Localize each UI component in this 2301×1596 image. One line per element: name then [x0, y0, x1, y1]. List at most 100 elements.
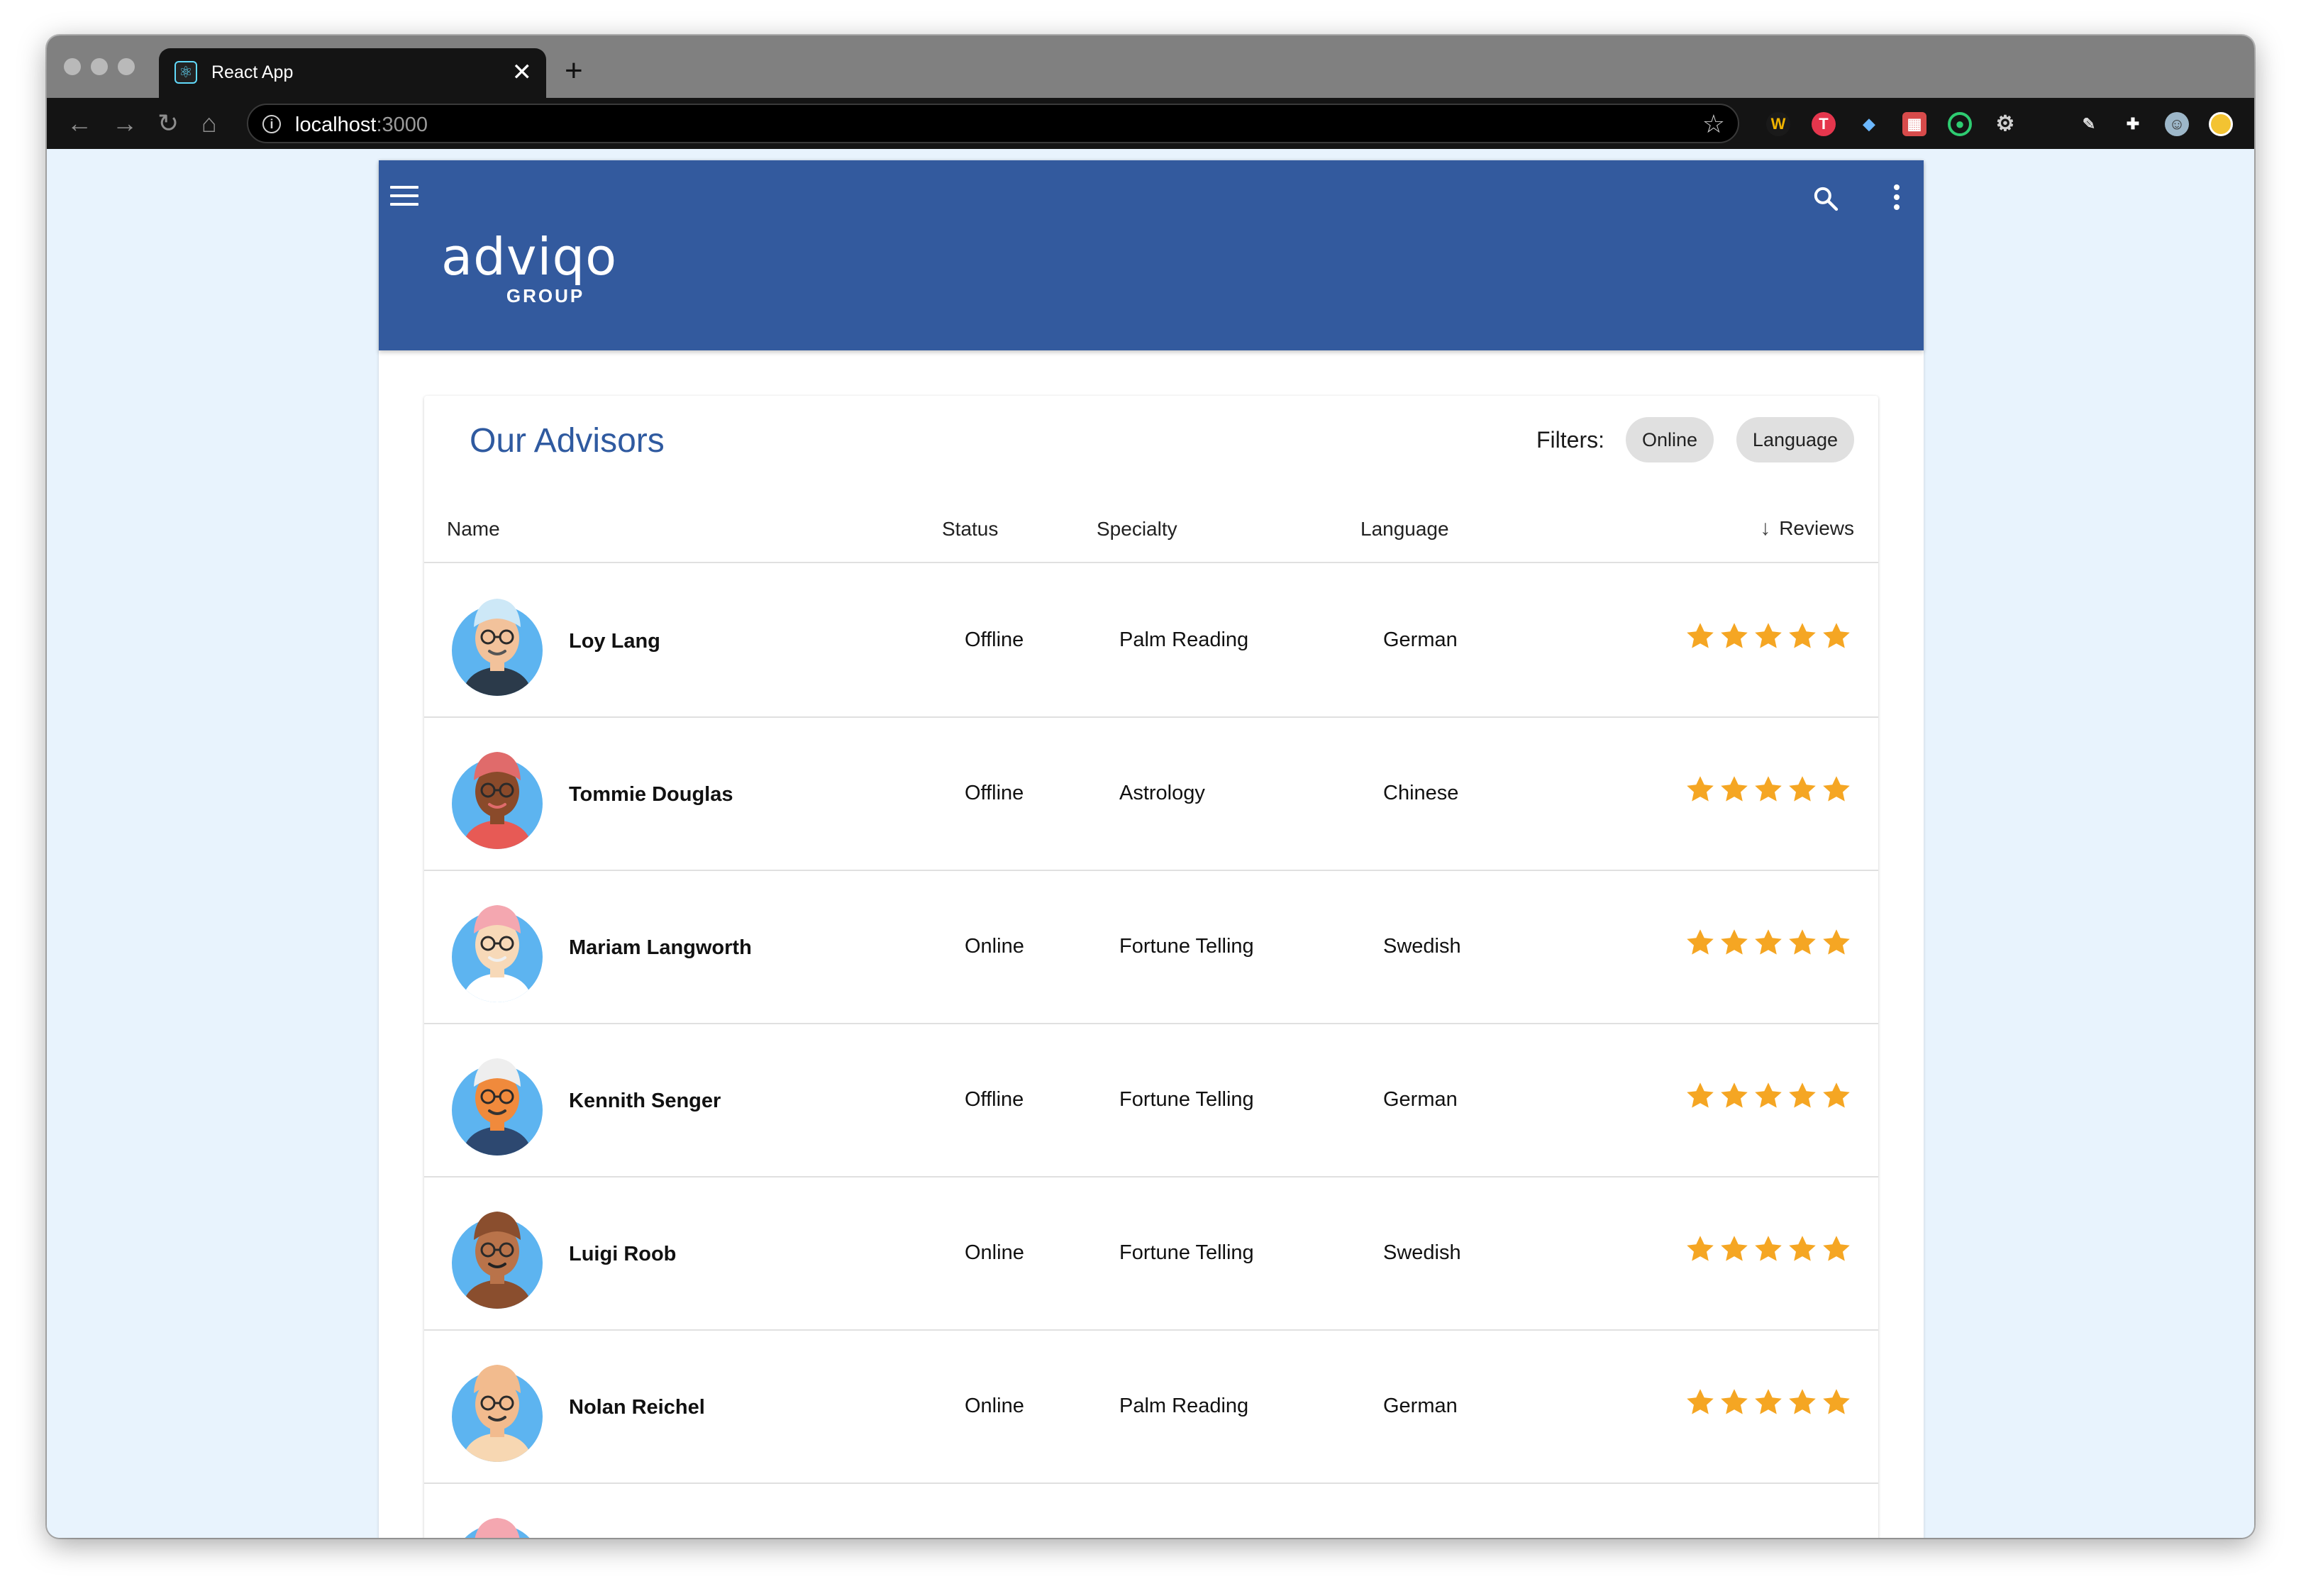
menu-icon[interactable]	[390, 186, 418, 207]
language-cell: German	[1383, 1395, 1458, 1417]
app-container: adviqo GROUP Our Advisors Filters: Onlin…	[379, 160, 1924, 1538]
language-cell: Swedish	[1383, 935, 1461, 958]
star-icon	[1823, 1082, 1850, 1108]
star-icon	[1755, 1389, 1782, 1414]
status-cell: Online	[965, 1241, 1024, 1264]
new-tab-button[interactable]: +	[565, 55, 583, 87]
table-row[interactable]: Kennith Senger Offline Fortune Telling Germ…	[424, 1024, 1878, 1177]
close-window-button[interactable]	[64, 58, 81, 75]
advisor-name: Mariam Langworth	[569, 936, 752, 959]
status-cell: Offline	[965, 782, 1024, 804]
star-icon	[1721, 929, 1748, 955]
zoom-window-button[interactable]	[118, 58, 135, 75]
table-row[interactable]	[424, 1484, 1878, 1538]
more-vert-icon[interactable]	[1892, 184, 1901, 213]
table-row[interactable]: Tommie Douglas Offline Astrology Chinese	[424, 718, 1878, 871]
browser-window: ⚛ React App ✕ + ← → ↻ ⌂ i localhost:3000…	[47, 35, 2254, 1538]
sort-arrow-down-icon: ↓	[1760, 516, 1771, 540]
table-row[interactable]: Mariam Langworth Online Fortune Telling Swe…	[424, 871, 1878, 1024]
column-header-reviews-label: Reviews	[1779, 517, 1854, 539]
star-icon	[1823, 776, 1850, 802]
filter-chip-language[interactable]: Language	[1736, 417, 1854, 462]
table-row[interactable]: Loy Lang Offline Palm Reading German	[424, 565, 1878, 718]
avatar	[452, 1058, 543, 1156]
react-icon: ⚛	[174, 61, 197, 84]
forward-icon[interactable]: →	[112, 108, 138, 139]
extensions-puzzle-icon[interactable]: ✚	[2121, 112, 2145, 136]
star-icon	[1721, 1389, 1748, 1414]
column-header-name[interactable]: Name	[447, 518, 500, 541]
rating-stars	[1684, 926, 1853, 959]
status-cell: Online	[965, 1395, 1024, 1417]
avatar	[452, 1212, 543, 1309]
browser-tab[interactable]: ⚛ React App ✕	[159, 48, 546, 98]
avatar	[452, 1365, 543, 1462]
extension-pen-icon[interactable]: ✎	[2077, 112, 2101, 136]
advisor-name: Tommie Douglas	[569, 783, 733, 806]
app-bar: adviqo GROUP	[379, 160, 1924, 350]
advisor-name: Luigi Roob	[569, 1243, 677, 1265]
filters-label: Filters:	[1536, 427, 1604, 453]
extension-diamond-icon[interactable]: ◆	[1857, 112, 1881, 136]
logo-wordmark: adviqo	[441, 227, 618, 287]
star-icon	[1823, 1389, 1850, 1414]
advisor-name: Kennith Senger	[569, 1090, 721, 1112]
extension-green-ring-icon[interactable]: ●	[1948, 112, 1972, 136]
column-header-specialty[interactable]: Specialty	[1097, 518, 1177, 541]
status-cell: Offline	[965, 628, 1024, 651]
language-cell: German	[1383, 1088, 1458, 1111]
info-icon[interactable]: i	[262, 115, 281, 133]
reload-icon[interactable]: ↻	[157, 108, 179, 139]
rating-stars	[1684, 773, 1853, 806]
star-icon	[1721, 623, 1748, 648]
specialty-cell: Astrology	[1119, 782, 1205, 804]
star-icon	[1823, 929, 1850, 955]
column-header-reviews[interactable]: ↓ Reviews	[1760, 516, 1854, 541]
search-icon[interactable]	[1812, 184, 1840, 213]
rating-stars	[1684, 1233, 1853, 1265]
star-icon	[1687, 776, 1714, 802]
minimize-window-button[interactable]	[91, 58, 108, 75]
star-icon	[1687, 929, 1714, 955]
rating-stars	[1684, 1080, 1853, 1112]
home-icon[interactable]: ⌂	[201, 108, 217, 139]
page-title: Our Advisors	[470, 422, 665, 460]
star-icon	[1687, 1082, 1714, 1108]
url-host: localhost	[295, 113, 377, 136]
star-icon	[1721, 1082, 1748, 1108]
tab-title: React App	[211, 62, 294, 82]
language-cell: German	[1383, 628, 1458, 651]
bookmark-star-icon[interactable]: ☆	[1702, 109, 1725, 139]
close-tab-icon[interactable]: ✕	[512, 58, 533, 87]
star-icon	[1755, 776, 1782, 802]
address-bar[interactable]: i localhost:3000 ☆	[247, 104, 1739, 143]
star-icon	[1755, 1236, 1782, 1261]
rating-stars	[1684, 1386, 1853, 1419]
extension-yellow-icon[interactable]	[2209, 112, 2233, 136]
url-text: localhost:3000	[295, 113, 428, 137]
star-icon	[1823, 1236, 1850, 1261]
table-row[interactable]: Nolan Reichel Online Palm Reading German	[424, 1331, 1878, 1484]
star-icon	[1789, 1389, 1816, 1414]
company-logo: adviqo GROUP	[441, 228, 617, 307]
language-cell: Swedish	[1383, 1241, 1461, 1264]
advisors-card: Our Advisors Filters: Online Language Na…	[424, 396, 1878, 1538]
star-icon	[1789, 1236, 1816, 1261]
extension-red-icon[interactable]: T	[1812, 112, 1836, 136]
page-viewport: adviqo GROUP Our Advisors Filters: Onlin…	[47, 149, 2254, 1538]
profile-avatar-icon[interactable]: ☺	[2165, 112, 2189, 136]
back-icon[interactable]: ←	[67, 108, 92, 139]
extension-tile-icon[interactable]: ▦	[1902, 112, 1926, 136]
specialty-cell: Palm Reading	[1119, 628, 1249, 651]
table-row[interactable]: Luigi Roob Online Fortune Telling Swedish	[424, 1177, 1878, 1331]
advisor-name: Loy Lang	[569, 630, 660, 653]
column-header-status[interactable]: Status	[942, 518, 998, 541]
table-header: Name Status Specialty Language ↓ Reviews	[424, 495, 1878, 563]
extension-w-icon[interactable]: W	[1766, 112, 1790, 136]
column-header-language[interactable]: Language	[1360, 518, 1449, 541]
filter-chip-online[interactable]: Online	[1626, 417, 1714, 462]
extension-gear-icon[interactable]: ⚙	[1993, 112, 2017, 136]
avatar	[452, 599, 543, 696]
star-icon	[1755, 929, 1782, 955]
star-icon	[1687, 1389, 1714, 1414]
